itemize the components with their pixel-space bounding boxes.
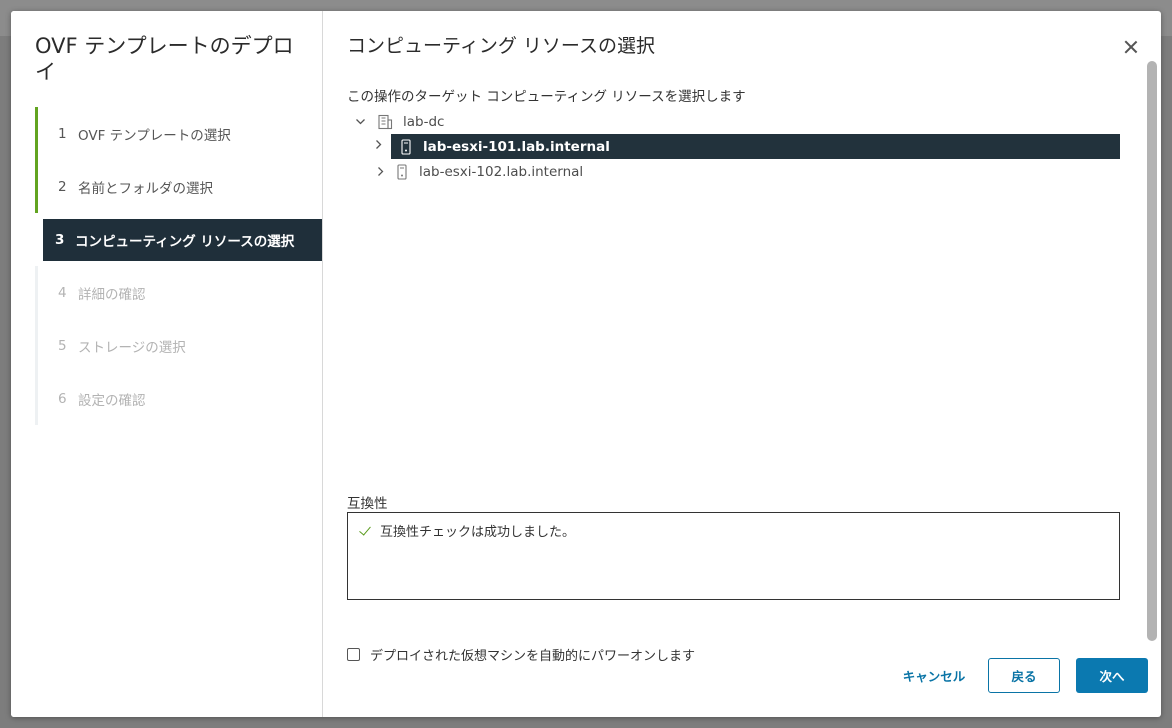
wizard-step-6: 6 設定の確認 bbox=[35, 372, 322, 425]
tree-node-label: lab-dc bbox=[403, 113, 445, 130]
content-scrollbar[interactable] bbox=[1147, 59, 1157, 659]
wizard-step-3[interactable]: 3 コンピューティング リソースの選択 bbox=[43, 219, 322, 261]
next-button[interactable]: 次へ bbox=[1076, 658, 1148, 693]
step-label: コンピューティング リソースの選択 bbox=[75, 234, 295, 250]
step-number: 2 bbox=[58, 178, 67, 195]
host-icon bbox=[395, 163, 409, 180]
wizard-step-4: 4 詳細の確認 bbox=[35, 266, 322, 319]
wizard-steps: 1 OVF テンプレートの選択 2 名前とフォルダの選択 3 コンピューティング… bbox=[35, 107, 322, 425]
power-on-option[interactable]: デプロイされた仮想マシンを自動的にパワーオンします bbox=[347, 645, 695, 664]
close-icon[interactable] bbox=[1122, 38, 1140, 56]
step-number: 1 bbox=[58, 125, 67, 142]
check-icon bbox=[358, 524, 372, 538]
wizard-step-5: 5 ストレージの選択 bbox=[35, 319, 322, 372]
wizard-content: コンピューティング リソースの選択 この操作のターゲット コンピューティング リ… bbox=[323, 11, 1161, 717]
chevron-right-icon[interactable] bbox=[373, 139, 384, 153]
tree-node-host[interactable]: lab-esxi-102.lab.internal bbox=[347, 159, 1120, 184]
tree-node-label: lab-esxi-101.lab.internal bbox=[423, 138, 610, 155]
wizard-sidebar: OVF テンプレートのデプロイ 1 OVF テンプレートの選択 2 名前とフォル… bbox=[11, 11, 323, 717]
instruction-text: この操作のターゲット コンピューティング リソースを選択します bbox=[347, 89, 746, 105]
step-label: 詳細の確認 bbox=[78, 286, 146, 303]
chevron-down-icon[interactable] bbox=[353, 115, 367, 129]
deploy-ovf-dialog: OVF テンプレートのデプロイ 1 OVF テンプレートの選択 2 名前とフォル… bbox=[11, 11, 1161, 717]
scrollbar-thumb[interactable] bbox=[1147, 61, 1157, 641]
step-number: 3 bbox=[55, 232, 65, 248]
chevron-right-icon[interactable] bbox=[373, 165, 387, 179]
tree-node-label: lab-esxi-102.lab.internal bbox=[419, 163, 584, 180]
compatibility-label: 互換性 bbox=[347, 496, 388, 512]
power-on-checkbox[interactable] bbox=[347, 648, 360, 661]
step-number: 5 bbox=[58, 337, 67, 354]
step-number: 6 bbox=[58, 390, 67, 407]
page-title: コンピューティング リソースの選択 bbox=[347, 35, 655, 57]
tree-node-datacenter[interactable]: lab-dc bbox=[347, 109, 1120, 134]
cancel-button[interactable]: キャンセル bbox=[889, 658, 979, 693]
wizard-title: OVF テンプレートのデプロイ bbox=[35, 34, 294, 84]
step-label: 設定の確認 bbox=[78, 392, 146, 409]
step-number: 4 bbox=[58, 284, 67, 301]
compatibility-message: 互換性チェックは成功しました。 bbox=[358, 521, 575, 540]
datacenter-icon bbox=[377, 114, 393, 130]
power-on-label: デプロイされた仮想マシンを自動的にパワーオンします bbox=[370, 649, 696, 664]
wizard-step-1[interactable]: 1 OVF テンプレートの選択 bbox=[35, 107, 322, 160]
step-label: 名前とフォルダの選択 bbox=[78, 180, 213, 197]
compatibility-box: 互換性チェックは成功しました。 bbox=[347, 512, 1120, 600]
compatibility-message-text: 互換性チェックは成功しました。 bbox=[380, 525, 576, 540]
host-icon bbox=[399, 138, 413, 155]
wizard-step-2[interactable]: 2 名前とフォルダの選択 bbox=[35, 160, 322, 213]
compute-resource-tree: lab-dc lab-esxi-101.lab.internal lab-esx… bbox=[347, 109, 1120, 184]
step-label: OVF テンプレートの選択 bbox=[78, 127, 231, 144]
tree-node-host-selected[interactable]: lab-esxi-101.lab.internal bbox=[376, 134, 1120, 159]
step-label: ストレージの選択 bbox=[78, 339, 186, 356]
back-button[interactable]: 戻る bbox=[988, 658, 1060, 693]
